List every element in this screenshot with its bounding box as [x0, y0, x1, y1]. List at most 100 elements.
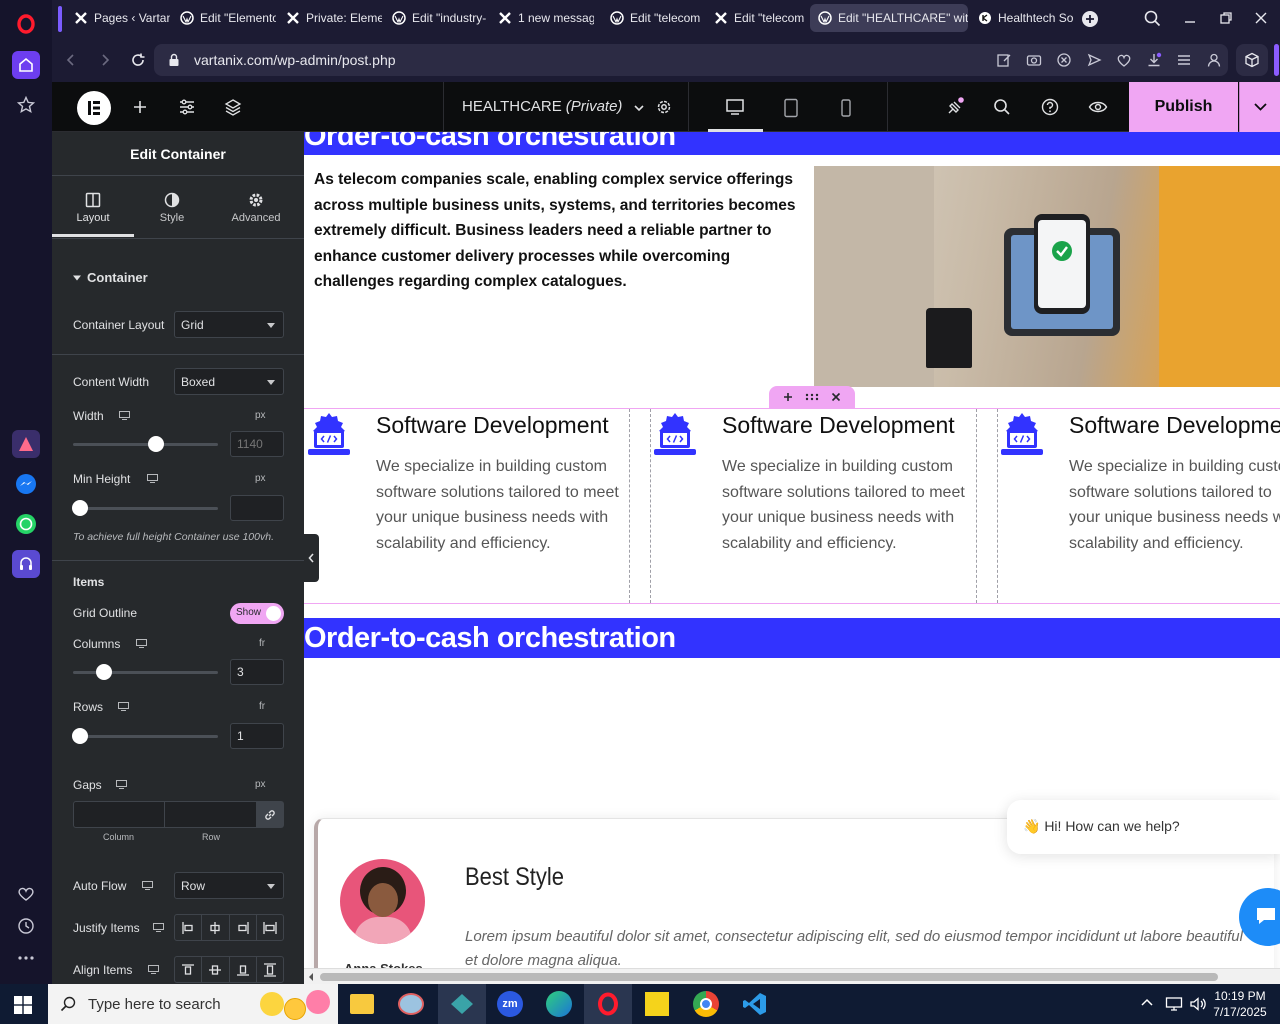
chat-greeting-bubble[interactable]: 👋 Hi! How can we help?	[1007, 800, 1280, 854]
justify-end-icon[interactable]	[230, 915, 257, 940]
grid-outline-toggle[interactable]: Show	[230, 603, 284, 624]
history-icon[interactable]	[12, 912, 40, 940]
tab-private-element[interactable]: Private: Eleme	[278, 4, 382, 32]
easy-setup-icon[interactable]	[1176, 52, 1192, 68]
add-element-icon[interactable]	[132, 99, 148, 115]
tab-pages[interactable]: Pages ‹ Vartan	[66, 4, 170, 32]
back-icon[interactable]	[64, 52, 78, 68]
tab-advanced[interactable]: Advanced	[216, 182, 296, 237]
responsive-desktop-icon[interactable]	[153, 923, 164, 932]
chrome-browser-icon[interactable]	[693, 991, 719, 1017]
music-player-icon[interactable]	[12, 550, 40, 578]
file-explorer-icon[interactable]	[350, 994, 374, 1014]
opera-taskbar-button[interactable]	[584, 984, 632, 1024]
preview-eye-icon[interactable]	[1088, 99, 1108, 115]
scrollbar-thumb[interactable]	[320, 973, 1218, 981]
tab-layout[interactable]: Layout	[52, 182, 134, 237]
extensions-icon[interactable]	[1236, 44, 1268, 76]
tab-search-icon[interactable]	[1144, 10, 1161, 27]
edge-browser-icon[interactable]	[546, 991, 572, 1017]
min-height-input[interactable]	[230, 495, 284, 521]
gap-column-input[interactable]	[73, 801, 165, 828]
download-icon[interactable]	[1146, 52, 1162, 68]
taskbar-search-box[interactable]: Type here to search	[48, 984, 338, 1024]
tab-edit-healthcare[interactable]: Edit "HEALTHCARE" with	[810, 4, 968, 32]
desktop-view-button[interactable]	[708, 82, 763, 132]
windows-start-icon[interactable]	[14, 996, 32, 1014]
rows-slider[interactable]	[72, 728, 218, 744]
vscode-icon[interactable]	[742, 991, 768, 1017]
profile-icon[interactable]	[1206, 52, 1222, 68]
align-start-icon[interactable]	[175, 957, 203, 982]
elementor-logo-icon[interactable]	[77, 91, 111, 125]
drag-handle-icon[interactable]	[805, 392, 819, 402]
messenger-icon[interactable]	[12, 470, 40, 498]
tablet-icon[interactable]	[783, 98, 799, 118]
responsive-desktop-icon[interactable]	[147, 474, 158, 483]
reload-icon[interactable]	[130, 52, 146, 68]
taskbar-app-active[interactable]	[438, 984, 486, 1024]
edit-icon[interactable]	[996, 52, 1012, 68]
responsive-desktop-icon[interactable]	[142, 881, 153, 890]
forward-icon[interactable]	[98, 52, 112, 68]
tab-new-message[interactable]: 1 new messag	[490, 4, 594, 32]
align-end-icon[interactable]	[230, 957, 257, 982]
width-slider[interactable]	[73, 436, 218, 452]
aria-icon[interactable]	[12, 430, 40, 458]
service-card[interactable]: Software Developme We specialize in buil…	[997, 410, 1280, 604]
sticky-notes-icon[interactable]	[645, 992, 669, 1016]
add-icon[interactable]	[783, 392, 793, 402]
publish-options-button[interactable]	[1239, 82, 1280, 132]
camera-icon[interactable]	[1026, 52, 1042, 68]
minimize-icon[interactable]	[1182, 10, 1198, 26]
gap-row-input[interactable]	[164, 801, 257, 828]
tab-edit-elementor[interactable]: Edit "Elemento	[172, 4, 276, 32]
justify-stretch-icon[interactable]	[257, 915, 283, 940]
page-settings-gear-icon[interactable]	[655, 98, 673, 116]
min-height-slider-knob[interactable]	[72, 500, 88, 516]
responsive-desktop-icon[interactable]	[148, 965, 159, 974]
min-height-slider[interactable]	[72, 500, 218, 516]
responsive-desktop-icon[interactable]	[136, 639, 147, 648]
network-icon[interactable]	[1165, 996, 1183, 1012]
tab-style[interactable]: Style	[134, 182, 210, 237]
gaps-unit[interactable]: px	[255, 779, 266, 790]
columns-input[interactable]: 3	[230, 659, 284, 685]
container-layout-select[interactable]: Grid	[174, 311, 284, 338]
justify-start-icon[interactable]	[175, 915, 203, 940]
notes-icon[interactable]	[945, 97, 965, 117]
mobile-icon[interactable]	[840, 98, 852, 118]
structure-layers-icon[interactable]	[224, 98, 242, 116]
width-slider-knob[interactable]	[148, 436, 164, 452]
whatsapp-icon[interactable]	[12, 510, 40, 538]
paint-app-icon[interactable]	[398, 993, 424, 1015]
auto-flow-select[interactable]: Row	[174, 872, 284, 899]
help-icon[interactable]	[1041, 98, 1059, 116]
responsive-desktop-icon[interactable]	[119, 411, 130, 420]
columns-slider-knob[interactable]	[96, 664, 112, 680]
link-values-button[interactable]	[256, 801, 284, 828]
zoom-app-icon[interactable]: zm	[497, 991, 523, 1017]
columns-slider[interactable]	[73, 664, 218, 680]
volume-icon[interactable]	[1189, 996, 1207, 1012]
tab-edit-telecom-1[interactable]: Edit "telecom	[602, 4, 706, 32]
rows-input[interactable]: 1	[230, 723, 284, 749]
restore-icon[interactable]	[1218, 10, 1234, 26]
new-tab-button[interactable]	[1082, 11, 1098, 27]
responsive-desktop-icon[interactable]	[116, 780, 127, 789]
justify-center-icon[interactable]	[202, 915, 230, 940]
width-input[interactable]	[230, 431, 284, 457]
tab-edit-industry[interactable]: Edit "industry-	[384, 4, 488, 32]
rows-slider-knob[interactable]	[72, 728, 88, 744]
align-center-icon[interactable]	[202, 957, 230, 982]
rows-unit[interactable]: fr	[259, 701, 265, 712]
heart-icon[interactable]	[12, 880, 40, 908]
intro-text[interactable]: As telecom companies scale, enabling com…	[314, 167, 799, 295]
site-settings-icon[interactable]	[178, 99, 196, 115]
opera-logo-icon[interactable]	[12, 10, 40, 38]
content-width-select[interactable]: Boxed	[174, 368, 284, 395]
responsive-desktop-icon[interactable]	[118, 702, 129, 711]
tab-edit-telecom-2[interactable]: Edit "telecom	[706, 4, 810, 32]
service-card[interactable]: Software Development We specialize in bu…	[650, 410, 976, 604]
close-window-icon[interactable]	[1253, 10, 1269, 26]
